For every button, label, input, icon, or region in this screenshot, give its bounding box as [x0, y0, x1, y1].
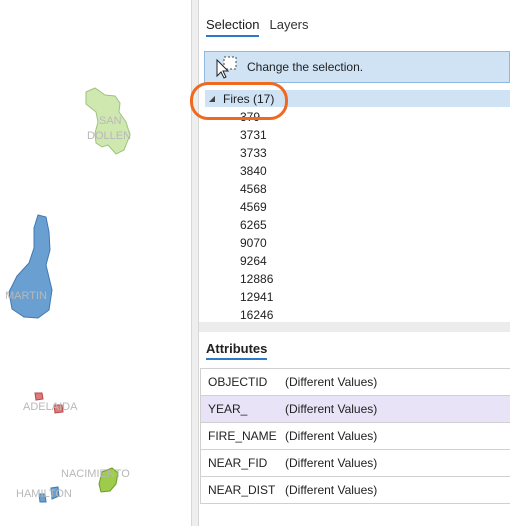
map-label-dollen: DOLLEN: [87, 130, 132, 142]
map-canvas[interactable]: [0, 0, 191, 526]
attribute-row-near-fid[interactable]: NEAR_FID (Different Values): [200, 450, 510, 477]
polygon-martin: [8, 214, 53, 319]
tree-layer-label: Fires (17): [223, 91, 275, 106]
attributes-table: OBJECTID (Different Values) YEAR_ (Diffe…: [200, 368, 510, 504]
tree-feature-list: 379 3731 3733 3840 4568 4569 6265 9070 9…: [199, 108, 510, 324]
attribute-row-fire-name[interactable]: FIRE_NAME (Different Values): [200, 423, 510, 450]
attribute-name: YEAR_: [208, 402, 248, 416]
selection-info-text: Change the selection.: [247, 60, 364, 74]
collapse-triangle-icon[interactable]: ◢: [205, 94, 219, 103]
tree-item[interactable]: 379: [199, 108, 510, 126]
attribute-row-year[interactable]: YEAR_ (Different Values): [200, 396, 510, 423]
tree-item[interactable]: 6265: [199, 216, 510, 234]
attribute-name: NEAR_DIST: [208, 483, 276, 497]
map-label-adelaida: ADELAIDA: [23, 401, 78, 413]
tree-item[interactable]: 4568: [199, 180, 510, 198]
map-label-martin: MARTIN: [5, 290, 47, 302]
tree-item[interactable]: 9070: [199, 234, 510, 252]
attribute-value: (Different Values): [285, 456, 378, 470]
attribute-row-objectid[interactable]: OBJECTID (Different Values): [200, 369, 510, 396]
polygon-adelaida-1: [34, 392, 44, 401]
tree-item[interactable]: 12941: [199, 288, 510, 306]
attribute-name: NEAR_FID: [208, 456, 268, 470]
attribute-value: (Different Values): [285, 429, 378, 443]
map-view[interactable]: SAN DOLLEN MARTIN ADELAIDA NACIMIENTO HA…: [0, 0, 191, 526]
tree-horizontal-scrollbar[interactable]: [199, 322, 510, 332]
pane-splitter[interactable]: [191, 0, 199, 526]
tree-item[interactable]: 9264: [199, 252, 510, 270]
panel-tabs: Selection Layers: [206, 17, 309, 37]
tree-layer-row[interactable]: ◢ Fires (17): [205, 90, 510, 107]
map-label-nacimiento: NACIMIENTO: [61, 468, 130, 480]
attribute-name: FIRE_NAME: [208, 429, 277, 443]
attributes-heading: Attributes: [206, 341, 268, 360]
select-cursor-icon: [216, 56, 237, 79]
tab-selection[interactable]: Selection: [206, 17, 260, 37]
explore-panel: Selection Layers Change the selection. ◢…: [199, 0, 510, 526]
tree-item[interactable]: 12886: [199, 270, 510, 288]
selection-tree: ◢ Fires (17) 379 3731 3733 3840 4568 456…: [199, 90, 510, 324]
tree-item[interactable]: 3733: [199, 144, 510, 162]
attribute-value: (Different Values): [285, 483, 378, 497]
map-label-san: SAN: [99, 115, 122, 127]
attribute-row-near-dist[interactable]: NEAR_DIST (Different Values): [200, 477, 510, 504]
attribute-value: (Different Values): [285, 375, 378, 389]
attribute-name: OBJECTID: [208, 375, 268, 389]
tree-item[interactable]: 3840: [199, 162, 510, 180]
tree-item[interactable]: 3731: [199, 126, 510, 144]
selection-info-bar[interactable]: Change the selection.: [204, 51, 510, 83]
tab-layers[interactable]: Layers: [269, 17, 308, 37]
tree-item[interactable]: 4569: [199, 198, 510, 216]
attribute-value: (Different Values): [285, 402, 378, 416]
map-label-hamilton: HAMILTON: [16, 488, 72, 500]
